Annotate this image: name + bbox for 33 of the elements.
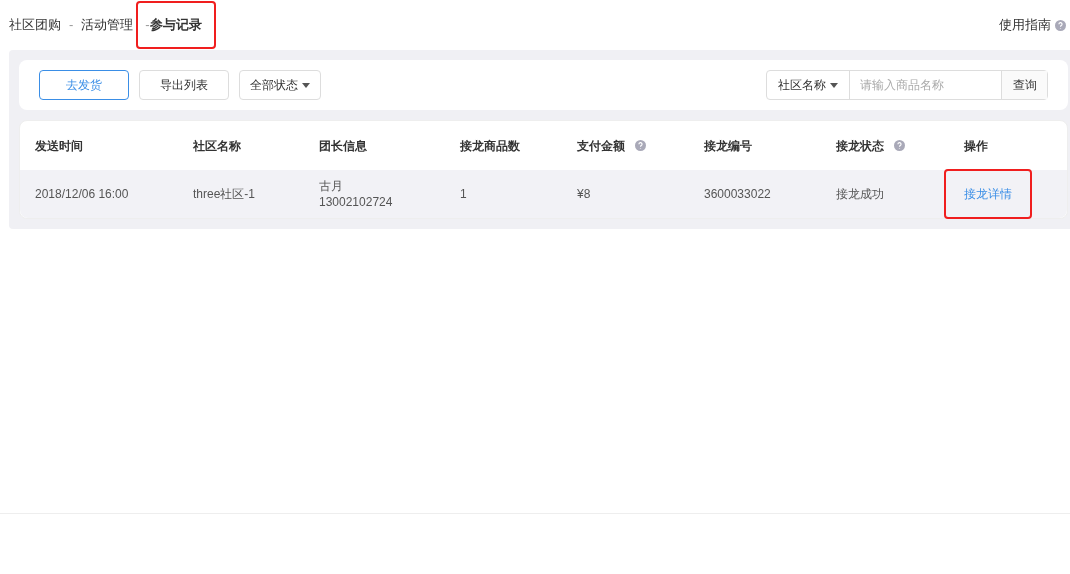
table-cell-text: 1 bbox=[460, 186, 468, 202]
column-header: 社区名称 bbox=[193, 137, 241, 155]
table-cell-text: ¥8 bbox=[577, 186, 592, 202]
help-icon[interactable] bbox=[635, 140, 646, 151]
query-button[interactable]: 查询 bbox=[1002, 71, 1047, 99]
search-field[interactable]: 请输入商品名称 bbox=[850, 71, 1002, 99]
table-cell-text: 2018/12/06 16:00 bbox=[35, 186, 130, 202]
column-header: 接龙编号 bbox=[704, 137, 752, 155]
breadcrumb-separator: - bbox=[69, 16, 74, 35]
table-cell-text: 古月 bbox=[319, 178, 344, 194]
breadcrumb-item[interactable]: 社区团购 bbox=[9, 15, 61, 35]
ship-button[interactable]: 去发货 bbox=[39, 70, 129, 100]
breadcrumb-item[interactable]: 活动管理 bbox=[81, 15, 134, 35]
help-icon[interactable] bbox=[894, 140, 905, 151]
column-header: 接龙状态 bbox=[836, 137, 884, 155]
export-button[interactable]: 导出列表 bbox=[139, 70, 229, 100]
breadcrumb-separator: - bbox=[145, 16, 150, 35]
column-header: 团长信息 bbox=[319, 137, 367, 155]
column-header: 操作 bbox=[964, 137, 988, 155]
table-cell-text: 接龙成功 bbox=[836, 186, 885, 202]
column-header: 发送时间 bbox=[35, 137, 83, 155]
scope-dropdown[interactable]: 社区名称 bbox=[767, 71, 850, 99]
table-cell-text: three社区-1 bbox=[193, 186, 257, 202]
caret-icon bbox=[830, 82, 838, 88]
table-cell-text: 13002102724 bbox=[319, 194, 394, 210]
column-header: 接龙商品数 bbox=[460, 137, 520, 155]
guide-link[interactable]: 使用指南 bbox=[999, 15, 1051, 35]
column-header: 支付金额 bbox=[577, 137, 625, 155]
caret-icon bbox=[302, 82, 310, 88]
status-dropdown[interactable]: 全部状态 bbox=[239, 70, 321, 100]
help-icon[interactable] bbox=[1055, 19, 1066, 31]
table-cell-text: 3600033022 bbox=[704, 186, 772, 202]
search-bar[interactable]: 社区名称 请输入商品名称 查询 bbox=[766, 70, 1048, 100]
